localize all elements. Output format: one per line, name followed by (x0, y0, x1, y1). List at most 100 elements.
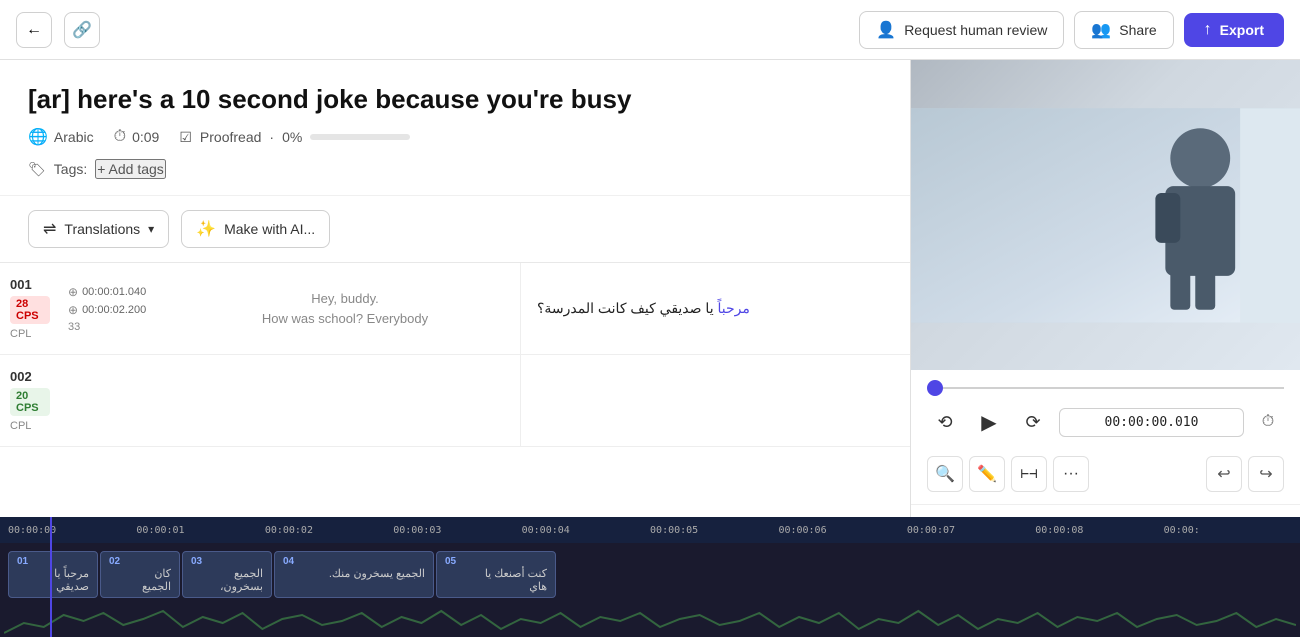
timecode-display: 00:00:00.010 (1059, 408, 1244, 437)
more-tool-icon: ··· (1063, 465, 1079, 483)
search-tool-button[interactable]: 🔍 (927, 456, 963, 492)
share-label: Share (1119, 22, 1156, 38)
ruler-tick-0: 00:00:00 (8, 525, 136, 536)
undo-button[interactable]: ↩ (1206, 456, 1242, 492)
export-icon: ↑ (1204, 21, 1212, 39)
cpl-label-002: CPL (10, 420, 31, 432)
more-tool-button[interactable]: ··· (1053, 456, 1089, 492)
header-left: ← 🔗 (16, 12, 100, 48)
arabic-translation-001: مرحباً يا صديقي كيف كانت المدرسة؟ (537, 300, 750, 317)
proofread-progress-bg (310, 134, 410, 140)
edit-tool-icon: ✏️ (977, 464, 997, 484)
fit-tool-button[interactable]: ⊢⊣ (1011, 456, 1047, 492)
add-icon-in[interactable]: ⊕ (68, 285, 78, 299)
cps-badge-001: 28 CPS (10, 296, 50, 324)
tag-icon: 🏷 (28, 161, 46, 178)
edit-tool-button[interactable]: ✏️ (969, 456, 1005, 492)
subtitle-row-left-001: 001 28 CPS CPL ⊕ 00:00:01.040 ⊕ 00:00:02… (0, 263, 520, 354)
forward-button[interactable]: ⟳ (1015, 404, 1051, 440)
duration-meta: ⏱ 0:09 (114, 128, 160, 146)
timeline-segments: 01 مرحباً ياصديقي 02 كانالجميع 03 الجميع… (0, 543, 1300, 598)
char-count-001: 33 (68, 321, 162, 333)
timeline-segment-04[interactable]: 04 الجميع يسخرون منك. (274, 551, 434, 598)
timeline-segment-05[interactable]: 05 كنت أصنعك ياهاي (436, 551, 556, 598)
fit-tool-icon: ⊢⊣ (1021, 466, 1038, 482)
ruler-tick-1: 00:00:01 (136, 525, 264, 536)
request-review-button[interactable]: 👤 Request human review (859, 11, 1064, 49)
add-tags-label: + Add tags (97, 161, 164, 177)
translations-button[interactable]: ⇌ Translations ▾ (28, 210, 169, 248)
project-title: [ar] here's a 10 second joke because you… (28, 84, 882, 115)
export-button[interactable]: ↑ Export (1184, 13, 1284, 47)
seg-text-02: كانالجميع (109, 567, 171, 593)
back-button[interactable]: ← (16, 12, 52, 48)
progress-row (911, 370, 1300, 396)
timecode-in-001: 00:00:01.040 (82, 286, 146, 298)
seg-num-02: 02 (109, 556, 171, 567)
clock-button[interactable]: ⏱ (1252, 406, 1284, 438)
subtitle-index-001: 001 (10, 277, 32, 292)
proofread-percent: 0% (282, 129, 302, 145)
rewind-button[interactable]: ⟲ (927, 404, 963, 440)
make-with-ai-button[interactable]: ✨ Make with AI... (181, 210, 330, 248)
video-container (911, 60, 1300, 370)
translations-label: Translations (64, 221, 140, 237)
subtitle-timecodes-001: ⊕ 00:00:01.040 ⊕ 00:00:02.200 33 (60, 263, 170, 354)
request-review-label: Request human review (904, 22, 1047, 38)
progress-dot (927, 380, 943, 396)
seg-num-01: 01 (17, 556, 89, 567)
ruler-tick-7: 00:00:07 (907, 525, 1035, 536)
editor-controls: 🔍 ✏️ ⊢⊣ ··· ↩ ↪ (911, 450, 1300, 505)
editor-toolbar: ⇌ Translations ▾ ✨ Make with AI... (0, 196, 910, 263)
subtitle-source-text-001[interactable]: Hey, buddy.How was school? Everybody (170, 263, 520, 354)
player-controls: ⟲ ▶ ⟳ 00:00:00.010 ⏱ (911, 396, 1300, 450)
timeline-cursor (50, 517, 52, 637)
progress-line (943, 387, 1284, 389)
language-label: Arabic (54, 129, 94, 145)
link-button[interactable]: 🔗 (64, 12, 100, 48)
subtitle-translation-002[interactable] (520, 355, 910, 446)
table-row: 001 28 CPS CPL ⊕ 00:00:01.040 ⊕ 00:00:02… (0, 263, 910, 355)
project-meta: 🌐 Arabic ⏱ 0:09 ☑ Proofread · 0% (28, 127, 882, 147)
video-placeholder (911, 60, 1300, 370)
globe-icon: 🌐 (28, 127, 48, 147)
ruler-tick-9: 00:00: (1164, 525, 1292, 536)
timeline-segment-03[interactable]: 03 الجميعبسخرون، (182, 551, 272, 598)
seg-text-01: مرحباً ياصديقي (17, 567, 89, 593)
waveform-svg (4, 605, 1296, 637)
share-button[interactable]: 👥 Share (1074, 11, 1173, 49)
play-icon: ▶ (981, 410, 996, 435)
add-tags-button[interactable]: + Add tags (95, 159, 166, 179)
tags-row: 🏷 Tags: + Add tags (28, 159, 882, 179)
proofread-dot: · (269, 129, 274, 145)
search-tool-icon: 🔍 (935, 464, 955, 484)
back-icon: ← (26, 21, 42, 39)
timeline-panel: 00:00:00 00:00:01 00:00:02 00:00:03 00:0… (0, 517, 1300, 637)
seg-text-05: كنت أصنعك ياهاي (445, 567, 547, 593)
seg-num-04: 04 (283, 556, 425, 567)
review-icon: 👤 (876, 20, 896, 40)
redo-button[interactable]: ↪ (1248, 456, 1284, 492)
seg-text-03: الجميعبسخرون، (191, 567, 263, 593)
clock-icon: ⏱ (1262, 413, 1274, 431)
redo-icon: ↪ (1259, 464, 1272, 484)
timeline-segment-01[interactable]: 01 مرحباً ياصديقي (8, 551, 98, 598)
add-icon-out[interactable]: ⊕ (68, 303, 78, 317)
table-row: 002 20 CPS CPL (0, 355, 910, 447)
subtitle-index-002: 002 (10, 369, 32, 384)
video-frame (911, 108, 1300, 323)
ruler-tick-8: 00:00:08 (1035, 525, 1163, 536)
header: ← 🔗 👤 Request human review 👥 Share ↑ Exp… (0, 0, 1300, 60)
seg-num-05: 05 (445, 556, 547, 567)
subtitle-source-text-002[interactable] (170, 355, 520, 446)
timecode-out-001: 00:00:02.200 (82, 304, 146, 316)
play-button[interactable]: ▶ (971, 404, 1007, 440)
subtitle-translation-001[interactable]: مرحباً يا صديقي كيف كانت المدرسة؟ (520, 263, 910, 354)
proofread-meta: ☑ Proofread · 0% (179, 129, 410, 146)
ruler-tick-5: 00:00:05 (650, 525, 778, 536)
proofread-label: Proofread (200, 129, 261, 145)
tags-label: Tags: (54, 161, 87, 177)
timeline-segment-02[interactable]: 02 كانالجميع (100, 551, 180, 598)
forward-icon: ⟳ (1025, 412, 1040, 433)
link-icon: 🔗 (72, 20, 92, 40)
